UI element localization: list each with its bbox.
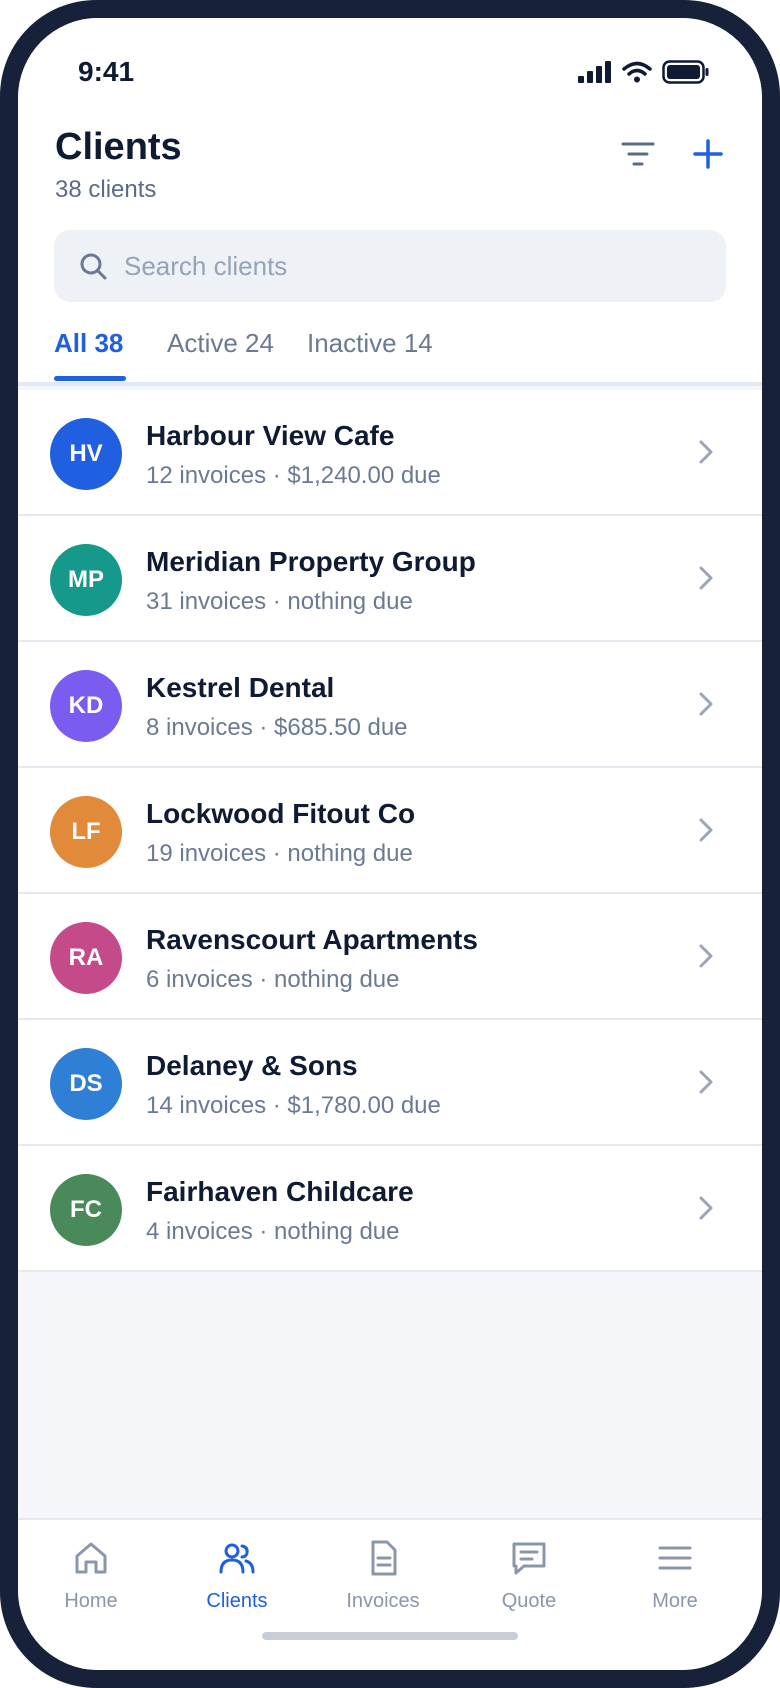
avatar: FC bbox=[50, 1174, 122, 1246]
users-icon bbox=[217, 1538, 257, 1578]
nav-invoices[interactable]: Invoices bbox=[310, 1538, 456, 1618]
filter-button[interactable] bbox=[618, 134, 658, 174]
chevron-right-icon bbox=[692, 690, 720, 718]
document-icon bbox=[363, 1538, 403, 1578]
device-frame: 9:41 Clients 38 clients Search clients A… bbox=[0, 0, 780, 1688]
bottom-nav: Home Clients Invoices Quote More bbox=[18, 1518, 762, 1670]
nav-label: Quote bbox=[501, 1590, 557, 1612]
avatar: HV bbox=[50, 418, 122, 490]
home-indicator bbox=[262, 1632, 518, 1640]
battery-icon bbox=[662, 60, 709, 84]
search-input[interactable] bbox=[124, 250, 684, 282]
nav-label: Home bbox=[64, 1590, 118, 1612]
wifi-icon bbox=[622, 61, 652, 83]
chevron-right-icon bbox=[692, 1194, 720, 1222]
page-title: Clients bbox=[55, 126, 182, 168]
avatar: MP bbox=[50, 544, 122, 616]
chevron-right-icon bbox=[692, 816, 720, 844]
client-meta: 8 invoices · $685.50 due bbox=[146, 714, 408, 741]
client-name: Meridian Property Group bbox=[146, 546, 476, 577]
chevron-right-icon bbox=[692, 942, 720, 970]
client-meta: 31 invoices · nothing due bbox=[146, 588, 413, 615]
client-row[interactable]: MP Meridian Property Group 31 invoices · n… bbox=[18, 516, 762, 642]
plus-icon bbox=[693, 139, 723, 169]
nav-home[interactable]: Home bbox=[18, 1538, 164, 1618]
nav-quote[interactable]: Quote bbox=[456, 1538, 602, 1618]
client-count: 38 clients bbox=[55, 176, 157, 203]
client-meta: 14 invoices · $1,780.00 due bbox=[146, 1092, 441, 1119]
home-icon bbox=[71, 1538, 111, 1578]
client-meta: 4 invoices · nothing due bbox=[146, 1218, 400, 1245]
nav-more[interactable]: More bbox=[602, 1538, 748, 1618]
client-meta: 6 invoices · nothing due bbox=[146, 966, 400, 993]
search-bar[interactable] bbox=[54, 230, 726, 302]
client-row[interactable]: LF Lockwood Fitout Co 19 invoices · nothin… bbox=[18, 768, 762, 894]
tab-all[interactable]: All 38 bbox=[54, 328, 123, 359]
client-name: Kestrel Dental bbox=[146, 672, 335, 703]
avatar: LF bbox=[50, 796, 122, 868]
chat-icon bbox=[509, 1538, 549, 1578]
client-name: Delaney & Sons bbox=[146, 1050, 358, 1081]
client-name: Lockwood Fitout Co bbox=[146, 798, 416, 829]
client-name: Fairhaven Childcare bbox=[146, 1176, 414, 1207]
client-list: HV Harbour View Cafe 12 invoices · $1,240.… bbox=[18, 390, 762, 1272]
client-meta: 19 invoices · nothing due bbox=[146, 840, 413, 867]
filter-icon bbox=[621, 142, 655, 166]
status-bar: 9:41 bbox=[18, 18, 762, 96]
app-screen: 9:41 Clients 38 clients Search clients A… bbox=[18, 18, 762, 1670]
search-icon bbox=[78, 251, 108, 281]
client-name: Ravenscourt Apartments bbox=[146, 924, 478, 955]
client-row[interactable]: FC Fairhaven Childcare 4 invoices · nothin… bbox=[18, 1146, 762, 1272]
client-name: Harbour View Cafe bbox=[146, 420, 395, 451]
status-icons bbox=[578, 60, 710, 84]
tab-inactive[interactable]: Inactive 14 bbox=[307, 328, 433, 359]
client-row[interactable]: KD Kestrel Dental 8 invoices · $685.50 due bbox=[18, 642, 762, 768]
nav-clients[interactable]: Clients bbox=[164, 1538, 310, 1618]
avatar: RA bbox=[50, 922, 122, 994]
client-row[interactable]: DS Delaney & Sons 14 invoices · $1,780.00 … bbox=[18, 1020, 762, 1146]
signal-icon bbox=[578, 61, 611, 83]
nav-label: Clients bbox=[206, 1590, 268, 1612]
tab-active[interactable]: Active 24 bbox=[167, 328, 274, 359]
active-tab-indicator bbox=[54, 376, 126, 381]
avatar: DS bbox=[50, 1048, 122, 1120]
nav-label: Invoices bbox=[346, 1590, 420, 1612]
avatar: KD bbox=[50, 670, 122, 742]
client-row[interactable]: RA Ravenscourt Apartments 6 invoices · not… bbox=[18, 894, 762, 1020]
client-row[interactable]: HV Harbour View Cafe 12 invoices · $1,240.… bbox=[18, 390, 762, 516]
page-header: Clients 38 clients Search clients All 38… bbox=[18, 96, 762, 386]
client-meta: 12 invoices · $1,240.00 due bbox=[146, 462, 441, 489]
add-client-button[interactable] bbox=[686, 132, 730, 176]
chevron-right-icon bbox=[692, 1068, 720, 1096]
chevron-right-icon bbox=[692, 564, 720, 592]
chevron-right-icon bbox=[692, 438, 720, 466]
nav-label: More bbox=[652, 1590, 698, 1612]
filter-tabs: All 38 Active 24 Inactive 14 bbox=[18, 320, 762, 386]
status-time: 9:41 bbox=[78, 56, 135, 87]
menu-icon bbox=[655, 1538, 695, 1578]
